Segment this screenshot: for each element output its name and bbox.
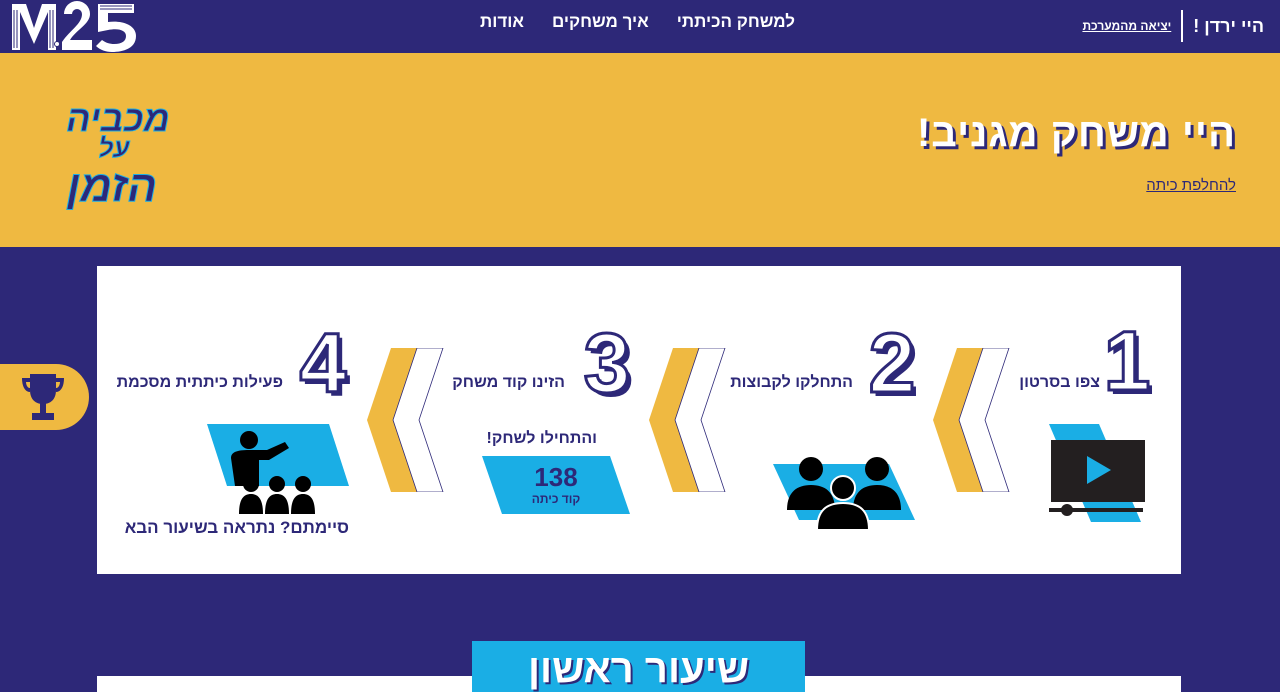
user-greeting: היי ירדן ! bbox=[1193, 15, 1264, 36]
step-3-sublabel: והתחילו לשחק! bbox=[486, 430, 597, 447]
divider bbox=[1181, 10, 1184, 42]
game-logo-line-3: הזמן bbox=[66, 162, 157, 211]
step-arrow-2 bbox=[649, 348, 726, 492]
main-nav: למשחק הכיתתי איך משחקים אודות bbox=[480, 12, 795, 32]
top-navbar: למשחק הכיתתי איך משחקים אודות היי ירדן !… bbox=[0, 0, 1280, 53]
logout-link[interactable]: יציאה מהמערכת bbox=[1082, 19, 1171, 33]
step-arrow-3 bbox=[367, 348, 444, 492]
m25-logo[interactable] bbox=[12, 0, 138, 53]
hero-banner: היי משחק מגניב! להחלפת כיתה מכביה על הזמ… bbox=[0, 53, 1280, 247]
svg-text:1: 1 bbox=[1104, 322, 1151, 402]
game-logo: מכביה על הזמן bbox=[65, 98, 170, 212]
svg-text:3: 3 bbox=[584, 320, 631, 404]
svg-text:2: 2 bbox=[869, 320, 916, 404]
teacher-class-icon[interactable] bbox=[207, 424, 349, 514]
step-4-footer: סיימתם? נתראה בשיעור הבא bbox=[124, 518, 349, 537]
step-4-label: פעילות כיתתית מסכמת bbox=[116, 374, 283, 391]
nav-class-game-link[interactable]: למשחק הכיתתי bbox=[677, 12, 795, 32]
class-code: 138 bbox=[534, 462, 578, 492]
leaderboard-tab[interactable] bbox=[0, 364, 89, 430]
nav-how-to-play-link[interactable]: איך משחקים bbox=[552, 12, 649, 32]
step-2-number: 2 2 bbox=[867, 320, 919, 404]
step-3-label: הזינו קוד משחק bbox=[452, 374, 565, 391]
lesson-header: שיעור ראשון bbox=[472, 641, 805, 692]
step-1-number: 1 1 bbox=[1102, 322, 1154, 402]
user-area: היי ירדן ! יציאה מהמערכת bbox=[1082, 10, 1264, 42]
step-1-label: צפו בסרטון bbox=[1019, 374, 1100, 391]
lesson-title: שיעור ראשון bbox=[527, 647, 750, 691]
nav-about-link[interactable]: אודות bbox=[480, 12, 524, 32]
group-icon[interactable] bbox=[773, 452, 915, 530]
game-logo-line-2: על bbox=[99, 133, 131, 163]
step-3-number: 3 3 bbox=[582, 320, 634, 404]
step-4-number: 4 4 bbox=[298, 320, 351, 404]
trophy-icon bbox=[22, 374, 64, 420]
page-title: היי משחק מגניב! bbox=[916, 111, 1236, 155]
step-2-label: התחלקו לקבוצות bbox=[730, 374, 853, 391]
class-code-caption: קוד כיתה bbox=[531, 492, 581, 506]
step-arrow-1 bbox=[933, 348, 1010, 492]
video-player-icon[interactable] bbox=[1047, 424, 1147, 524]
class-code-box[interactable]: 138 קוד כיתה bbox=[482, 456, 630, 514]
steps-card: 1 1 צפו בסרטון 2 2 התחלקו לקבוצות 3 3 הז… bbox=[97, 266, 1181, 574]
svg-text:4: 4 bbox=[300, 320, 347, 404]
switch-class-link[interactable]: להחלפת כיתה bbox=[1146, 177, 1236, 194]
